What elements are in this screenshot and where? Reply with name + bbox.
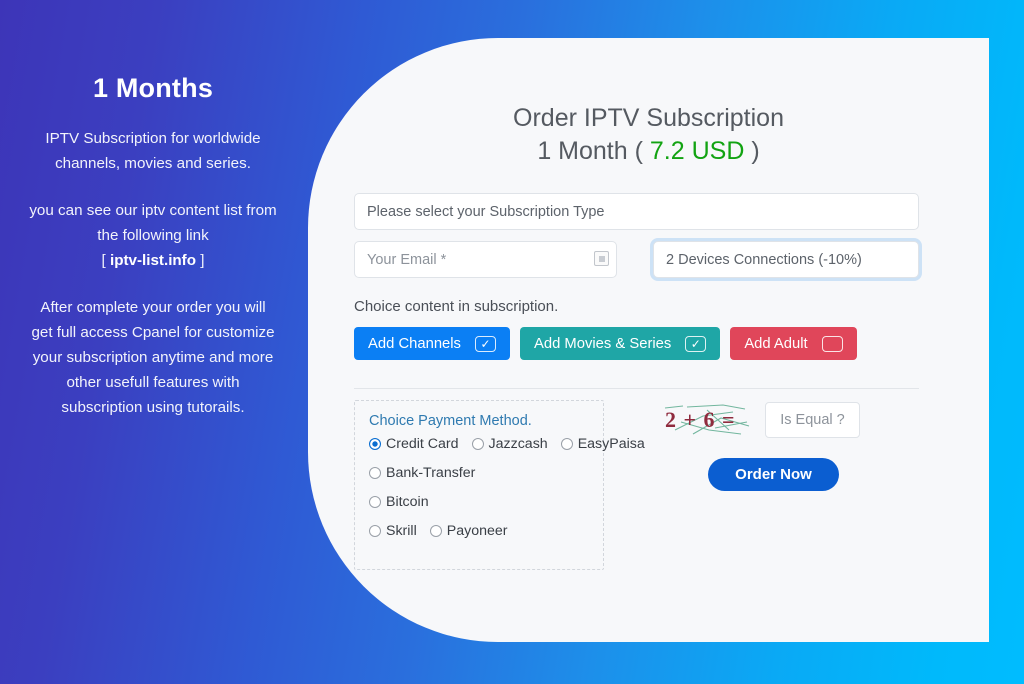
email-and-devices-row: 2 Devices Connections (-10%): [354, 241, 919, 278]
payment-option-label: EasyPaisa: [577, 436, 645, 452]
autofill-contact-icon[interactable]: [594, 251, 609, 266]
payment-option-label: Bank-Transfer: [386, 465, 476, 481]
payment-option-credit-card[interactable]: Credit Card: [369, 436, 459, 452]
add-channels-label: Add Channels: [368, 335, 461, 352]
payment-option-payoneer[interactable]: Payoneer: [429, 523, 508, 539]
payment-method-title: Choice Payment Method.: [369, 413, 532, 429]
radio-icon[interactable]: [369, 438, 381, 450]
radio-icon[interactable]: [369, 467, 381, 479]
payment-option-skrill[interactable]: Skrill: [369, 523, 417, 539]
payment-option-label: Bitcoin: [386, 494, 429, 510]
radio-icon[interactable]: [369, 525, 381, 537]
add-movies-series-toggle[interactable]: Add Movies & Series ✓: [519, 327, 721, 360]
payment-row-4: Skrill Payoneer: [369, 523, 589, 539]
radio-icon[interactable]: [471, 438, 484, 450]
add-adult-toggle[interactable]: Add Adult: [730, 327, 857, 360]
content-toggle-row: Add Channels ✓ Add Movies & Series ✓ Add…: [354, 327, 919, 360]
section-divider: [354, 388, 919, 389]
radio-icon[interactable]: [560, 438, 573, 450]
order-title-suffix: ): [744, 137, 760, 165]
captcha-image: 2 + 6 =: [663, 400, 751, 440]
order-title-line2: 1 Month ( 7.2 USD ): [308, 135, 989, 168]
add-movies-series-label: Add Movies & Series: [533, 335, 672, 352]
sidebar-paragraph-2-text: you can see our iptv content list from t…: [29, 201, 277, 244]
email-input[interactable]: [354, 241, 617, 278]
plan-title: 1 Months: [92, 73, 214, 103]
payment-method-fieldset: Choice Payment Method. Credit Card Jazzc…: [354, 400, 645, 570]
checkbox-unchecked-icon: [821, 335, 843, 352]
devices-connections-select[interactable]: 2 Devices Connections (-10%): [653, 241, 919, 278]
payment-row-2: Bank-Transfer: [369, 465, 589, 481]
subscription-type-select[interactable]: Please select your Subscription Type: [354, 193, 919, 230]
bracket-close: ]: [196, 251, 205, 269]
content-choice-label: Choice content in subscription.: [354, 298, 559, 315]
bracket-open: [: [101, 251, 110, 269]
iptv-list-link[interactable]: iptv-list.info: [110, 252, 196, 269]
order-now-button[interactable]: Order Now: [708, 458, 839, 491]
iptv-list-link-wrap: [ iptv-list.info ]: [28, 248, 278, 273]
payment-option-easypaisa[interactable]: EasyPaisa: [560, 436, 645, 452]
checkbox-checked-icon: ✓: [685, 335, 707, 352]
order-card: Order IPTV Subscription 1 Month ( 7.2 US…: [308, 38, 989, 642]
email-field-wrapper: [354, 241, 617, 278]
sidebar-paragraph-1: IPTV Subscription for worldwide channels…: [45, 129, 261, 172]
captcha-section: 2 + 6 = Order Now: [663, 400, 919, 491]
payment-row-3: Bitcoin: [369, 494, 589, 510]
sidebar-paragraph-2: you can see our iptv content list from t…: [28, 198, 278, 273]
order-title-line1: Order IPTV Subscription: [513, 104, 784, 132]
sidebar-paragraph-3: After complete your order you will get f…: [31, 298, 275, 416]
payment-option-bitcoin[interactable]: Bitcoin: [369, 494, 429, 510]
captcha-line: 2 + 6 =: [663, 400, 919, 440]
page-title: Order IPTV Subscription 1 Month ( 7.2 US…: [308, 102, 989, 168]
add-adult-label: Add Adult: [744, 335, 808, 352]
checkbox-checked-icon: ✓: [474, 335, 496, 352]
price-amount: 7.2 USD: [649, 137, 745, 165]
page-background: 1 Months IPTV Subscription for worldwide…: [0, 0, 1024, 684]
radio-icon[interactable]: [429, 525, 442, 537]
captcha-question: 2 + 6 =: [665, 407, 736, 432]
payment-option-jazzcash[interactable]: Jazzcash: [471, 436, 548, 452]
payment-option-label: Payoneer: [446, 523, 508, 539]
payment-option-label: Credit Card: [386, 436, 459, 452]
radio-icon[interactable]: [369, 496, 381, 508]
sidebar: 1 Months IPTV Subscription for worldwide…: [28, 73, 278, 420]
captcha-answer-input[interactable]: [765, 402, 860, 438]
order-title-prefix: 1 Month (: [537, 137, 650, 165]
payment-option-label: Jazzcash: [488, 436, 548, 452]
payment-row-1: Credit Card Jazzcash EasyPaisa: [369, 436, 645, 452]
order-form: Please select your Subscription Type 2 D…: [354, 193, 919, 360]
payment-option-label: Skrill: [386, 523, 417, 539]
add-channels-toggle[interactable]: Add Channels ✓: [354, 327, 510, 360]
payment-option-bank-transfer[interactable]: Bank-Transfer: [369, 465, 475, 481]
